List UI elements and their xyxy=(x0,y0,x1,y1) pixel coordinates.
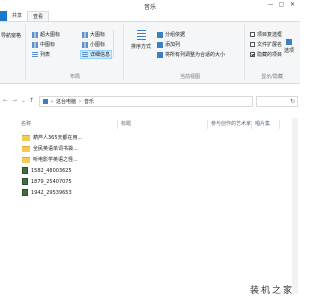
back-icon[interactable]: ← xyxy=(3,97,8,104)
list-item[interactable]: 1879_25407075 xyxy=(22,177,72,186)
ribbon-tabs: 共享 查看 xyxy=(0,11,300,21)
divider xyxy=(25,25,26,80)
breadcrumb-music[interactable]: 音乐 xyxy=(84,98,94,105)
sort-icon xyxy=(136,30,146,40)
large-icons-icon xyxy=(82,31,88,38)
list-view-button[interactable]: 列表 xyxy=(32,51,50,58)
navigation-pane-button[interactable]: 导航窗格 xyxy=(1,32,21,39)
list-item[interactable]: 葫芦人365天都在用... xyxy=(22,133,82,142)
hide-selected-button[interactable]: 选项 xyxy=(281,39,297,54)
close-button[interactable]: ✕ xyxy=(288,1,297,8)
address-bar[interactable]: › 这台电脑 › 音乐 xyxy=(39,96,253,107)
ribbon: 导航窗格 超大图标 大图标 中图标 小图标 列表 详细信息 布局 排序方式 分组… xyxy=(0,21,300,84)
file-name: 1942_29539653 xyxy=(31,189,72,196)
group-by-label: 分组依据 xyxy=(165,32,186,38)
window-controls: — ▢ ✕ xyxy=(266,1,297,8)
column-artists[interactable]: 参与创作的艺术家 xyxy=(208,120,252,129)
file-name: 全民英语单词书袋... xyxy=(33,146,78,152)
list-label: 列表 xyxy=(40,52,51,58)
options-label: 选项 xyxy=(283,48,294,54)
watermark: 装机之家 xyxy=(249,286,294,296)
refresh-icon[interactable]: ↻ xyxy=(290,98,295,105)
vertical-scrollbar[interactable] xyxy=(292,118,298,294)
hidden-items-toggle[interactable]: 隐藏的项目 xyxy=(250,51,282,58)
item-checkboxes-label: 项目复选框 xyxy=(257,32,283,38)
folder-icon xyxy=(22,134,30,141)
size-columns-button[interactable]: 将所有列调整为合适的大小 xyxy=(157,51,225,58)
audio-file-icon xyxy=(22,178,28,185)
divider xyxy=(244,25,245,80)
current-view-group-label: 当前视图 xyxy=(179,74,200,80)
size-columns-icon xyxy=(157,51,163,58)
small-icons-label: 小图标 xyxy=(90,42,106,48)
add-columns-button[interactable]: 添加列 xyxy=(157,41,180,48)
divider xyxy=(123,25,124,80)
show-hide-group-label: 显示/隐藏 xyxy=(261,74,283,80)
add-columns-label: 添加列 xyxy=(165,42,181,48)
title-bar: 音乐 — ▢ ✕ xyxy=(0,0,300,11)
maximize-button[interactable]: ▢ xyxy=(277,1,286,8)
add-columns-icon xyxy=(157,41,163,48)
large-icons-button[interactable]: 大图标 xyxy=(82,31,105,38)
sort-by-label: 排序方式 xyxy=(130,44,151,50)
file-extensions-label: 文件扩展名 xyxy=(257,42,283,48)
small-icons-button[interactable]: 小图标 xyxy=(82,41,105,48)
list-icon xyxy=(32,51,38,58)
file-name: 听电影学英语之怪... xyxy=(33,157,78,163)
hidden-items-label: 隐藏的项目 xyxy=(257,52,283,58)
large-icons-label: 大图标 xyxy=(90,32,106,38)
folder-icon xyxy=(22,156,30,163)
details-label: 详细信息 xyxy=(90,52,111,58)
list-item[interactable]: 1942_29539653 xyxy=(22,188,72,197)
forward-icon[interactable]: → xyxy=(12,97,17,104)
column-name[interactable]: 名称 xyxy=(18,120,118,129)
file-extensions-toggle[interactable]: 文件扩展名 xyxy=(250,41,282,48)
hide-selected-icon xyxy=(286,39,292,45)
folder-icon xyxy=(22,145,30,152)
tab-view[interactable]: 查看 xyxy=(27,11,50,21)
item-checkboxes-checkbox[interactable] xyxy=(250,32,255,37)
layout-group-label: 布局 xyxy=(69,74,80,80)
list-item[interactable]: 全民英语单词书袋... xyxy=(22,144,78,153)
column-album[interactable]: 唱片集 xyxy=(252,120,280,129)
recent-locations-icon[interactable]: ⌄ xyxy=(21,97,26,104)
medium-icons-icon xyxy=(32,41,38,48)
minimize-button[interactable]: — xyxy=(266,1,275,8)
group-by-icon xyxy=(157,31,163,38)
audio-file-icon xyxy=(22,189,28,196)
file-extensions-checkbox[interactable] xyxy=(250,42,255,47)
list-item[interactable]: 1582_48003625 xyxy=(22,166,72,175)
breadcrumb-this-pc[interactable]: 这台电脑 xyxy=(56,98,76,105)
file-name: 1582_48003625 xyxy=(31,167,72,174)
group-by-button[interactable]: 分组依据 xyxy=(157,31,185,38)
breadcrumb-separator: › xyxy=(79,98,82,105)
extra-large-icons-icon xyxy=(32,31,38,38)
layout-scroll[interactable] xyxy=(113,30,119,58)
sort-by-button[interactable]: 排序方式 xyxy=(130,30,152,54)
details-icon xyxy=(82,51,88,58)
search-box[interactable]: ↻ xyxy=(256,96,298,107)
extra-large-icons-label: 超大图标 xyxy=(40,32,61,38)
size-columns-label: 将所有列调整为合适的大小 xyxy=(165,52,226,58)
file-name: 葫芦人365天都在用... xyxy=(33,135,83,141)
window-title: 音乐 xyxy=(143,4,156,11)
list-item[interactable]: 听电影学英语之怪... xyxy=(22,155,78,164)
small-icons-icon xyxy=(82,41,88,48)
medium-icons-button[interactable]: 中图标 xyxy=(32,41,55,48)
audio-file-icon xyxy=(22,167,28,174)
breadcrumb-separator: › xyxy=(51,98,53,105)
tab-file[interactable] xyxy=(0,11,7,21)
file-name: 1879_25407075 xyxy=(31,178,72,185)
extra-large-icons-button[interactable]: 超大图标 xyxy=(32,31,60,38)
column-title[interactable]: 标题 xyxy=(118,120,208,129)
tab-share[interactable]: 共享 xyxy=(7,11,27,21)
details-view-button[interactable]: 详细信息 xyxy=(80,50,113,59)
up-icon[interactable]: ↑ xyxy=(29,97,34,104)
item-checkboxes-toggle[interactable]: 项目复选框 xyxy=(250,31,282,38)
hidden-items-checkbox[interactable] xyxy=(250,52,255,57)
music-folder-icon xyxy=(43,99,48,104)
medium-icons-label: 中图标 xyxy=(40,42,56,48)
column-header: 名称 标题 参与创作的艺术家 唱片集 xyxy=(18,120,280,129)
navigation-pane-label: 导航窗格 xyxy=(1,33,22,39)
